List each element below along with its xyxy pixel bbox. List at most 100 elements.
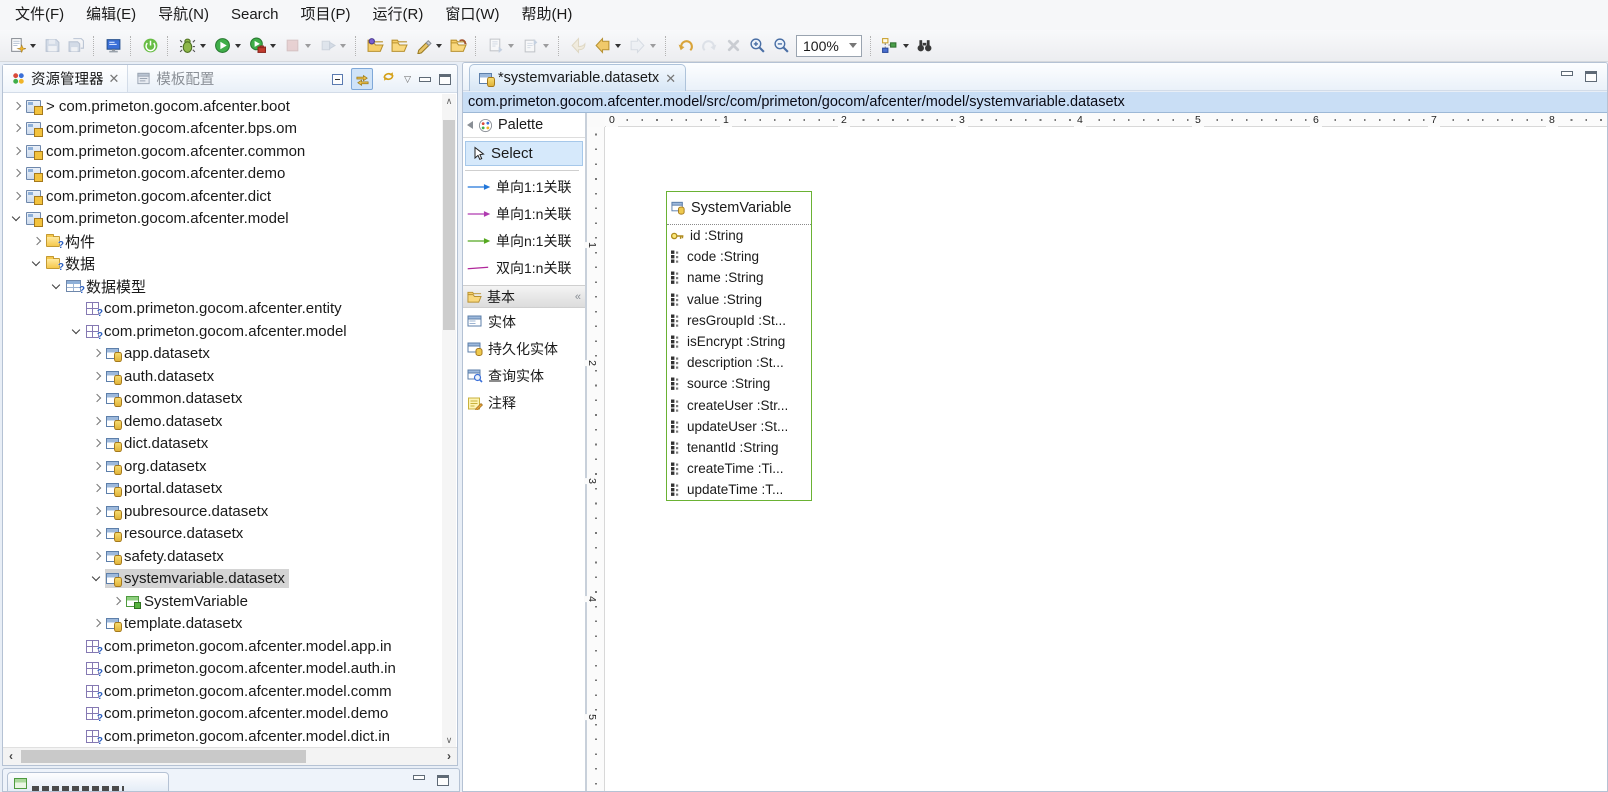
palette-tool-query-entity[interactable]: 查询实体 xyxy=(463,362,585,389)
breadcrumb[interactable]: com.primeton.gocom.afcenter.model/src/co… xyxy=(463,91,1607,113)
tab-template-config[interactable]: 模板配置 xyxy=(128,65,222,92)
collapse-all-icon[interactable] xyxy=(332,74,343,85)
debug-dropdown[interactable] xyxy=(200,44,206,48)
tree-item[interactable]: 数据模型 xyxy=(3,275,442,298)
forward-button[interactable] xyxy=(626,34,648,58)
tree-horizontal-scrollbar[interactable]: ‹ › xyxy=(3,747,457,765)
menu-project[interactable]: 项目(P) xyxy=(290,0,362,30)
tree-item[interactable]: com.primeton.gocom.afcenter.model.demo xyxy=(3,703,442,726)
resume-dropdown[interactable] xyxy=(340,44,346,48)
run-coverage-button[interactable] xyxy=(246,34,268,58)
entity-field-name[interactable]: name :String xyxy=(667,267,811,288)
tree-item-selected[interactable]: systemvariable.datasetx xyxy=(3,568,442,591)
expander-icon[interactable] xyxy=(89,413,105,429)
entity-field-id[interactable]: id :String xyxy=(667,225,811,246)
close-icon[interactable]: ✕ xyxy=(665,72,676,85)
palette-pin-icon[interactable]: « xyxy=(575,291,581,303)
bottom-panel-tab[interactable] xyxy=(7,772,169,792)
palette-header[interactable]: Palette xyxy=(463,113,585,138)
entity-field-isencrypt[interactable]: isEncrypt :String xyxy=(667,331,811,352)
delete-button[interactable] xyxy=(722,34,744,58)
tree-item[interactable]: com.primeton.gocom.afcenter.model.app.in xyxy=(3,635,442,658)
expander-icon[interactable] xyxy=(9,211,25,227)
minimize-icon[interactable] xyxy=(1561,71,1573,76)
expander-icon[interactable] xyxy=(89,548,105,564)
menu-search[interactable]: Search xyxy=(220,0,290,30)
import-project-button[interactable] xyxy=(364,34,386,58)
palette-tool-relation-bidirectional[interactable]: 双向1:n关联 xyxy=(463,254,585,281)
scroll-down-icon[interactable]: ∨ xyxy=(442,733,456,747)
tree-item[interactable]: auth.datasetx xyxy=(3,365,442,388)
tree-item[interactable]: org.datasetx xyxy=(3,455,442,478)
forward-dropdown[interactable] xyxy=(650,44,656,48)
scroll-up-icon[interactable]: ∧ xyxy=(442,94,456,108)
palette-tool-relation-1to1[interactable]: 单向1:1关联 xyxy=(463,173,585,200)
close-icon[interactable]: ✕ xyxy=(109,72,120,85)
tree-item[interactable]: com.primeton.gocom.afcenter.bps.om xyxy=(3,118,442,141)
expander-icon[interactable] xyxy=(29,256,45,272)
entity-field-createuser[interactable]: createUser :Str... xyxy=(667,395,811,416)
open-console-button[interactable] xyxy=(102,34,124,58)
tree-item[interactable]: template.datasetx xyxy=(3,613,442,636)
commit-dropdown[interactable] xyxy=(508,44,514,48)
entity-field-updateuser[interactable]: updateUser :St... xyxy=(667,416,811,437)
open-archive-button[interactable] xyxy=(447,34,469,58)
menu-run[interactable]: 运行(R) xyxy=(362,0,435,30)
menu-navigate[interactable]: 导航(N) xyxy=(147,0,220,30)
expander-icon[interactable] xyxy=(29,233,45,249)
expander-icon[interactable] xyxy=(89,368,105,384)
menu-file[interactable]: 文件(F) xyxy=(4,0,75,30)
expander-icon[interactable] xyxy=(9,188,25,204)
tab-resource-explorer[interactable]: 资源管理器 ✕ xyxy=(3,65,128,92)
tree-item[interactable]: portal.datasetx xyxy=(3,478,442,501)
tree-item[interactable]: com.primeton.gocom.afcenter.model xyxy=(3,208,442,231)
tree-item[interactable]: com.primeton.gocom.afcenter.model.dict.i… xyxy=(3,725,442,747)
tree-item[interactable]: pubresource.datasetx xyxy=(3,500,442,523)
palette-category-basic[interactable]: 基本 « xyxy=(463,285,585,308)
save-button[interactable] xyxy=(41,34,63,58)
tree-item[interactable]: com.primeton.gocom.afcenter.model.auth.i… xyxy=(3,658,442,681)
scroll-right-icon[interactable]: › xyxy=(441,748,457,765)
entity-field-value[interactable]: value :String xyxy=(667,289,811,310)
tree-item[interactable]: safety.datasetx xyxy=(3,545,442,568)
palette-tool-entity[interactable]: 实体 xyxy=(463,308,585,335)
palette-tool-relation-1ton[interactable]: 单向1:n关联 xyxy=(463,200,585,227)
tree-item[interactable]: 构件 xyxy=(3,230,442,253)
editor-tab-systemvariable[interactable]: *systemvariable.datasetx ✕ xyxy=(469,64,686,91)
palette-tool-relation-nto1[interactable]: 单向n:1关联 xyxy=(463,227,585,254)
resume-button[interactable] xyxy=(316,34,338,58)
new-wizard-dropdown[interactable] xyxy=(30,44,36,48)
search-binoculars-button[interactable] xyxy=(914,34,936,58)
menu-edit[interactable]: 编辑(E) xyxy=(75,0,147,30)
tree-item[interactable]: SystemVariable xyxy=(3,590,442,613)
palette-tool-persistent-entity[interactable]: 持久化实体 xyxy=(463,335,585,362)
expander-icon[interactable] xyxy=(9,98,25,114)
scrollbar-thumb[interactable] xyxy=(21,750,306,763)
entity-field-code[interactable]: code :String xyxy=(667,246,811,267)
scroll-left-icon[interactable]: ‹ xyxy=(3,748,19,765)
tree-item[interactable]: com.primeton.gocom.afcenter.demo xyxy=(3,163,442,186)
run-button[interactable] xyxy=(211,34,233,58)
run-dropdown[interactable] xyxy=(235,44,241,48)
scrollbar-thumb[interactable] xyxy=(443,120,455,330)
tree-item[interactable]: com.primeton.gocom.afcenter.model xyxy=(3,320,442,343)
view-menu-icon[interactable]: ▽ xyxy=(404,74,411,85)
minimize-icon[interactable] xyxy=(413,775,425,780)
back-dropdown[interactable] xyxy=(615,44,621,48)
refresh-icon[interactable] xyxy=(381,69,396,89)
new-wizard-button[interactable] xyxy=(6,34,28,58)
expander-icon[interactable] xyxy=(9,121,25,137)
entity-title-row[interactable]: SystemVariable xyxy=(667,192,811,225)
entity-field-source[interactable]: source :String xyxy=(667,373,811,394)
tree-item[interactable]: com.primeton.gocom.afcenter.common xyxy=(3,140,442,163)
search-highlight-dropdown[interactable] xyxy=(436,44,442,48)
maximize-icon[interactable] xyxy=(1585,71,1597,82)
expander-icon[interactable] xyxy=(89,616,105,632)
maximize-icon[interactable] xyxy=(437,775,449,786)
zoom-in-button[interactable] xyxy=(746,34,768,58)
diagram-canvas[interactable]: SystemVariable id :String code :String n… xyxy=(605,127,1607,791)
tree-item[interactable]: 数据 xyxy=(3,253,442,276)
tree-item[interactable]: com.primeton.gocom.afcenter.dict xyxy=(3,185,442,208)
zoom-out-button[interactable] xyxy=(770,34,792,58)
entity-field-resgroupid[interactable]: resGroupId :St... xyxy=(667,310,811,331)
